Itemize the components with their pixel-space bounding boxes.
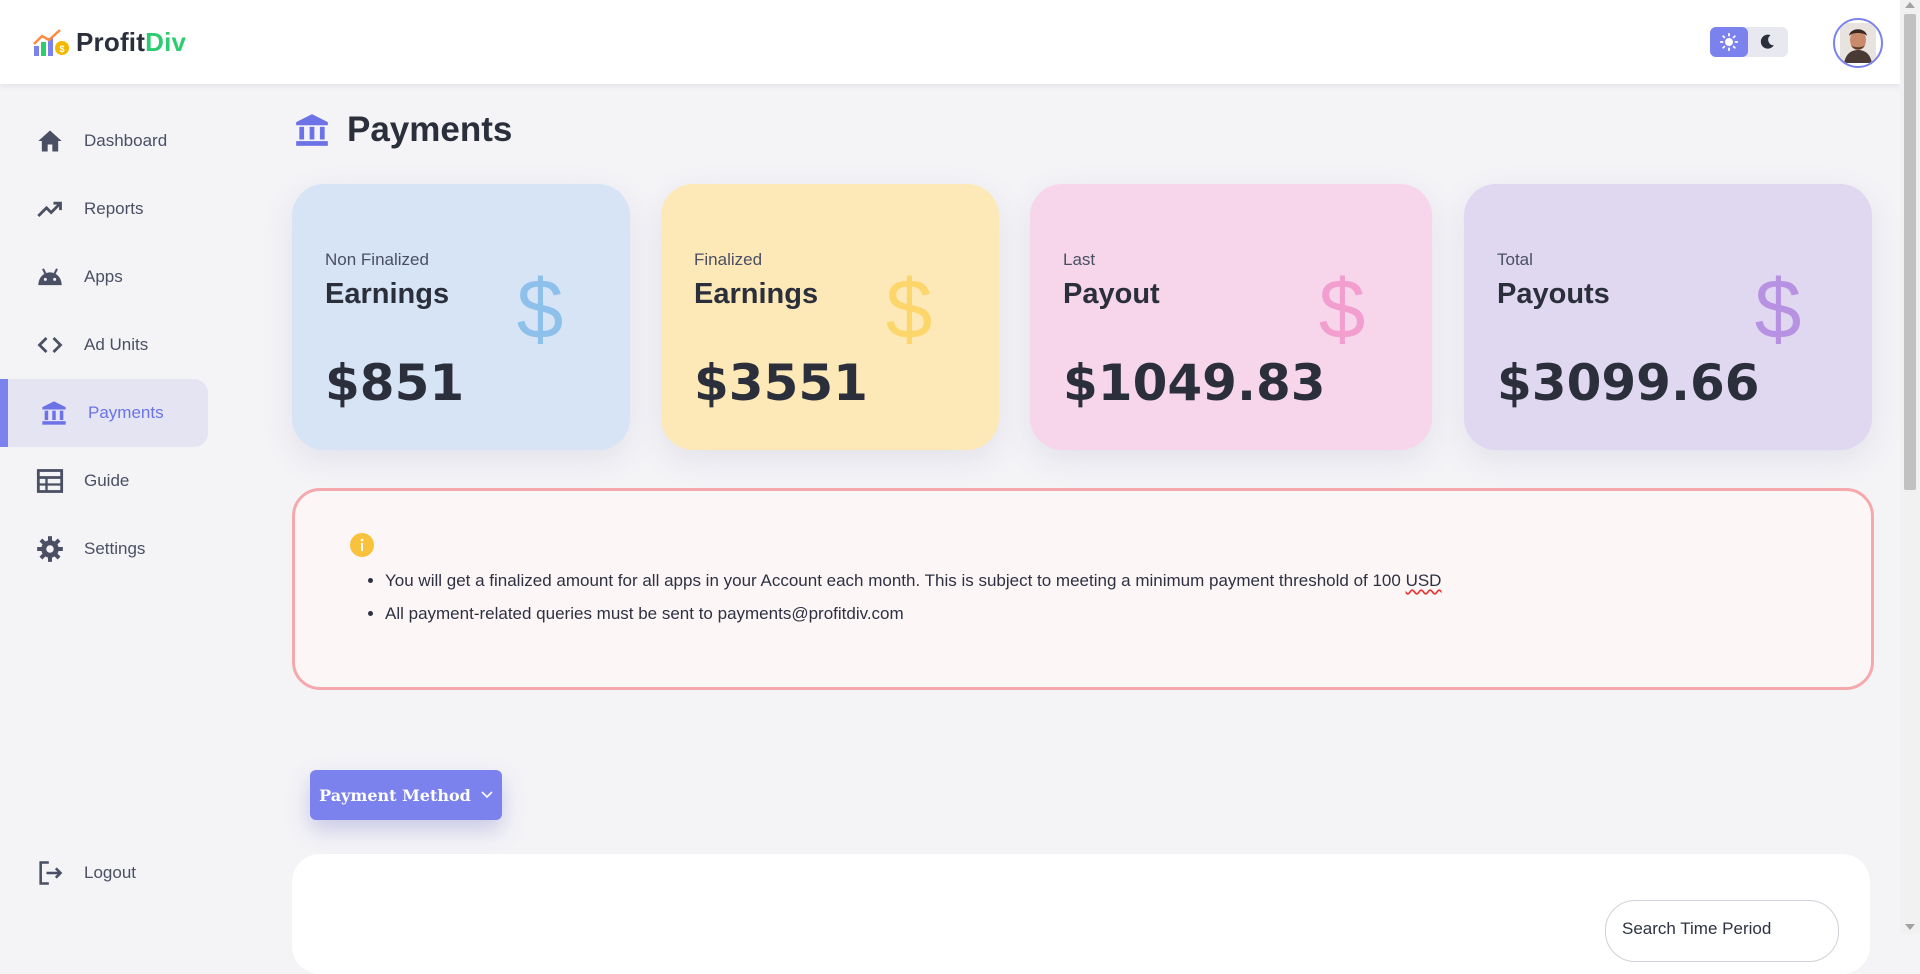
payment-method-button[interactable]: Payment Method xyxy=(310,770,502,820)
payment-method-label: Payment Method xyxy=(319,785,471,805)
card-amount: $851 xyxy=(325,354,465,412)
logout-button[interactable]: Logout xyxy=(0,839,208,907)
scroll-down-arrow[interactable] xyxy=(1905,924,1915,930)
stat-card-finalized-earnings: Finalized Earnings $3551 $ xyxy=(661,184,999,450)
sidebar-item-label: Reports xyxy=(84,199,144,218)
sidebar-item-dashboard[interactable]: Dashboard xyxy=(0,107,208,175)
light-mode-button[interactable] xyxy=(1710,27,1748,57)
sidebar-item-apps[interactable]: Apps xyxy=(0,243,208,311)
info-icon xyxy=(350,533,374,557)
logout-icon xyxy=(39,861,63,885)
sidebar-item-label: Apps xyxy=(84,267,123,286)
sidebar-item-reports[interactable]: Reports xyxy=(0,175,208,243)
search-time-period-input[interactable]: Search Time Period xyxy=(1605,900,1839,962)
active-indicator xyxy=(0,379,8,447)
gear-icon xyxy=(37,536,63,562)
sun-icon xyxy=(1720,33,1738,51)
dollar-icon: $ xyxy=(1319,268,1366,352)
stat-card-total-payouts: Total Payouts $3099.66 $ xyxy=(1464,184,1872,450)
card-subtitle: Non Finalized xyxy=(325,250,429,269)
svg-text:$: $ xyxy=(60,44,65,54)
scrollbar-thumb[interactable] xyxy=(1904,14,1916,490)
card-subtitle: Total xyxy=(1497,250,1533,269)
sidebar-item-settings[interactable]: Settings xyxy=(0,515,208,583)
sidebar-item-label: Guide xyxy=(84,471,130,490)
android-icon xyxy=(38,268,62,286)
sidebar-item-guide[interactable]: Guide xyxy=(0,447,208,515)
logo[interactable]: $ ProfitDiv xyxy=(32,26,186,58)
avatar-image xyxy=(1840,23,1876,63)
card-subtitle: Last xyxy=(1063,250,1096,269)
sidebar-item-label: Settings xyxy=(84,539,146,558)
svg-text:$: $ xyxy=(517,268,564,352)
dollar-icon: $ xyxy=(517,268,564,352)
sidebar-item-payments[interactable]: Payments xyxy=(0,379,208,447)
stat-card-last-payout: Last Payout $1049.83 $ xyxy=(1030,184,1432,450)
card-amount: $1049.83 xyxy=(1063,354,1326,412)
notice-item: All payment-related queries must be sent… xyxy=(385,604,1441,624)
dark-mode-button[interactable] xyxy=(1748,27,1786,57)
svg-text:$: $ xyxy=(1319,268,1366,352)
notice-list: You will get a finalized amount for all … xyxy=(361,571,1441,637)
logo-icon: $ xyxy=(33,29,69,56)
card-amount: $3099.66 xyxy=(1497,354,1760,412)
stat-card-non-finalized-earnings: Non Finalized Earnings $851 $ xyxy=(292,184,630,450)
home-icon xyxy=(38,130,62,152)
card-amount: $3551 xyxy=(694,354,868,412)
logout-label: Logout xyxy=(84,863,136,882)
scroll-up-arrow[interactable] xyxy=(1905,2,1915,8)
sidebar-item-label: Ad Units xyxy=(84,335,149,354)
logo-text: ProfitDiv xyxy=(76,26,187,57)
card-title: Payout xyxy=(1063,278,1160,310)
table-icon xyxy=(36,469,64,493)
moon-icon xyxy=(1760,34,1774,49)
bank-icon xyxy=(296,114,328,146)
dollar-icon: $ xyxy=(886,268,933,352)
info-notice: You will get a finalized amount for all … xyxy=(292,488,1874,690)
card-subtitle: Finalized xyxy=(694,250,763,269)
svg-text:$: $ xyxy=(1755,268,1802,352)
sidebar-item-ad-units[interactable]: Ad Units xyxy=(0,311,208,379)
notice-item: You will get a finalized amount for all … xyxy=(385,571,1441,591)
bank-icon xyxy=(42,401,66,425)
search-time-period-placeholder: Search Time Period xyxy=(1622,919,1772,938)
card-title: Payouts xyxy=(1497,278,1610,310)
chevron-down-icon xyxy=(481,791,493,799)
sidebar-item-label: Payments xyxy=(88,403,164,422)
sidebar-item-label: Dashboard xyxy=(84,131,168,150)
trending-up-icon xyxy=(37,201,62,217)
svg-text:$: $ xyxy=(886,268,933,352)
top-header: $ ProfitDiv xyxy=(0,0,1900,84)
avatar[interactable] xyxy=(1833,18,1883,68)
card-title: Earnings xyxy=(325,278,450,310)
card-title: Earnings xyxy=(694,278,819,310)
sidebar: Dashboard Reports Apps Ad Units Payments… xyxy=(0,84,240,934)
theme-toggle[interactable] xyxy=(1710,27,1788,57)
code-icon xyxy=(37,337,63,353)
notice-unit: USD xyxy=(1405,571,1442,590)
page-header: Payments xyxy=(293,110,512,150)
page-title: Payments xyxy=(347,110,513,149)
dollar-icon: $ xyxy=(1755,268,1802,352)
